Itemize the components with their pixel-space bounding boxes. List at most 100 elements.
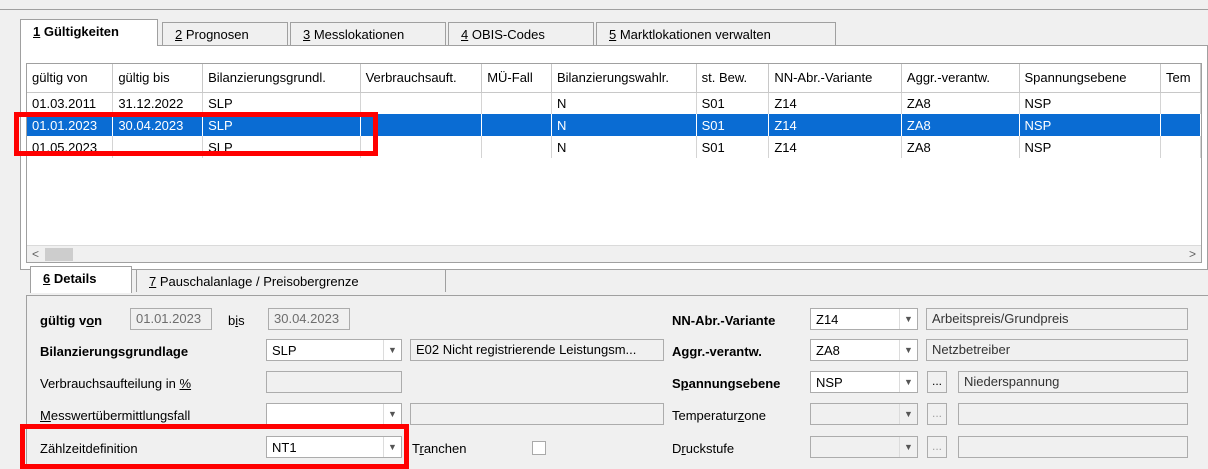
tab-obis-codes[interactable]: 4 OBIS-Codes [448, 22, 594, 45]
tab-prognosen[interactable]: 2 Prognosen [162, 22, 288, 45]
nn-abr-variante-desc: Arbeitspreis/Grundpreis [926, 308, 1188, 330]
bis-field[interactable]: 30.04.2023 [268, 308, 350, 330]
nn-abr-variante-dropdown[interactable]: Z14 ▼ [810, 308, 918, 330]
dropdown-value: ZA8 [816, 343, 840, 358]
grid-cell [360, 114, 483, 136]
grid-cell: S01 [696, 92, 770, 114]
chevron-down-icon[interactable]: ▼ [899, 340, 917, 360]
tab-pauschalanlage[interactable]: 7 Pauschalanlage / Preisobergrenze [136, 269, 446, 292]
dropdown-value: Z14 [816, 312, 839, 327]
temperaturzone-search-button[interactable]: ... [927, 403, 947, 425]
temperaturzone-dropdown[interactable]: ▼ [810, 403, 918, 425]
chevron-down-icon[interactable]: ▼ [899, 404, 917, 424]
col-header[interactable]: Bilanzierungsgrundl. [202, 64, 361, 93]
grid-cell: S01 [696, 136, 770, 158]
grid-cell: S01 [696, 114, 770, 136]
messwertuebermittlungsfall-label: Messwertübermittlungsfall [40, 408, 190, 423]
label-part: uckstufe [685, 441, 735, 456]
chevron-down-icon[interactable]: ▼ [383, 437, 401, 457]
bis-label: bis [228, 313, 245, 328]
tab-gueltigkeiten[interactable]: 1 Gültigkeiten [20, 19, 158, 46]
tab-messlokationen[interactable]: 3 Messlokationen [290, 22, 446, 45]
zaehlzeitdefinition-label: Zählzeitdefinition [40, 441, 138, 456]
col-header[interactable]: Aggr.-verantw. [901, 64, 1020, 93]
grid-cell: 01.01.2023 [27, 114, 114, 136]
tab-details[interactable]: 6 Details [30, 266, 132, 293]
label-accesskey: o [86, 313, 95, 328]
grid-cell: 30.04.2023 [112, 114, 204, 136]
col-header[interactable]: NN-Abr.-Variante [768, 64, 902, 93]
dropdown-value: SLP [272, 343, 297, 358]
col-header[interactable]: gültig von [27, 64, 114, 93]
grid-cell [1160, 114, 1201, 136]
label-part: rundlage [133, 344, 189, 359]
table-row[interactable]: 01.05.2023 SLP N S01 Z14 ZA8 NSP [27, 136, 1201, 158]
grid-cell [1160, 136, 1201, 158]
chevron-down-icon[interactable]: ▼ [899, 309, 917, 329]
gueltig-von-field[interactable]: 01.01.2023 [130, 308, 212, 330]
druckstufe-dropdown[interactable]: ▼ [810, 436, 918, 458]
tab-label: Prognosen [182, 27, 249, 42]
grid-cell: N [551, 136, 697, 158]
spannungsebene-desc: Niederspannung [958, 371, 1188, 393]
scroll-right-icon[interactable]: > [1184, 246, 1201, 262]
druckstufe-label: Druckstufe [672, 441, 734, 456]
chevron-down-icon[interactable]: ▼ [899, 372, 917, 392]
grid-cell: ZA8 [901, 92, 1020, 114]
table-row[interactable]: 01.03.2011 31.12.2022 SLP N S01 Z14 ZA8 … [27, 92, 1201, 114]
col-header[interactable]: gültig bis [112, 64, 204, 93]
grid-cell [1160, 92, 1201, 114]
label-accesskey: g [125, 344, 134, 359]
tab-marktlokationen[interactable]: 5 Marktlokationen verwalten [596, 22, 836, 45]
col-header[interactable]: MÜ-Fall [481, 64, 552, 93]
aggr-verantw-dropdown[interactable]: ZA8 ▼ [810, 339, 918, 361]
grid-cell [481, 114, 552, 136]
grid-cell: SLP [202, 114, 361, 136]
spannungsebene-label: Spannungsebene [672, 376, 780, 391]
chevron-down-icon[interactable]: ▼ [383, 404, 401, 424]
verbrauchsaufteilung-label: Verbrauchsaufteilung in % [40, 376, 191, 391]
label-accesskey: M [40, 408, 51, 423]
grid-cell: ZA8 [901, 136, 1020, 158]
grid-cell: NSP [1019, 114, 1162, 136]
gueltigkeiten-grid: gültig von gültig bis Bilanzierungsgrund… [26, 63, 1202, 263]
label-part: Bilanzierungs [40, 344, 126, 359]
tab-label: OBIS-Codes [468, 27, 545, 42]
tab-label: Marktlokationen verwalten [616, 27, 771, 42]
bilanzierungsgrundlage-label: Bilanzierungsgrundlage [40, 344, 188, 359]
bilanzierungsgrundlage-dropdown[interactable]: SLP ▼ [266, 339, 402, 361]
label-part: anchen [423, 441, 467, 456]
nn-abr-variante-label: NN-Abr.-Variante [672, 313, 776, 328]
grid-cell: NSP [1019, 92, 1162, 114]
col-header[interactable]: Spannungsebene [1019, 64, 1162, 93]
scroll-left-icon[interactable]: < [27, 246, 44, 262]
tranchen-checkbox[interactable] [532, 441, 546, 455]
grid-cell: 31.12.2022 [112, 92, 204, 114]
horizontal-scrollbar[interactable]: < > [27, 245, 1201, 262]
label-part: Verbrauchsaufteilung in [40, 376, 180, 391]
table-row-selected[interactable]: 01.01.2023 30.04.2023 SLP N S01 Z14 ZA8 … [27, 114, 1201, 136]
scroll-thumb[interactable] [45, 248, 73, 261]
grid-cell: N [551, 114, 697, 136]
grid-header-row: gültig von gültig bis Bilanzierungsgrund… [27, 64, 1201, 93]
label-part: gültig v [40, 313, 87, 328]
label-part: Temperatur [672, 408, 738, 423]
druckstufe-desc [958, 436, 1188, 458]
tranchen-label: Tranchen [412, 441, 466, 456]
chevron-down-icon[interactable]: ▼ [383, 340, 401, 360]
col-header[interactable]: st. Bew. [696, 64, 770, 93]
temperaturzone-desc [958, 403, 1188, 425]
zaehlzeitdefinition-dropdown[interactable]: NT1 ▼ [266, 436, 402, 458]
col-header[interactable]: Verbrauchsauft. [360, 64, 483, 93]
grid-cell: Z14 [768, 136, 902, 158]
chevron-down-icon[interactable]: ▼ [899, 437, 917, 457]
top-divider [0, 9, 1208, 10]
temperaturzone-label: Temperaturzone [672, 408, 766, 423]
col-header[interactable]: Tem [1160, 64, 1201, 93]
verbrauchsaufteilung-field[interactable] [266, 371, 402, 393]
col-header[interactable]: Bilanzierungswahlr. [551, 64, 697, 93]
spannungsebene-search-button[interactable]: ... [927, 371, 947, 393]
druckstufe-search-button[interactable]: ... [927, 436, 947, 458]
spannungsebene-dropdown[interactable]: NSP ▼ [810, 371, 918, 393]
messwertuebermittlungsfall-dropdown[interactable]: ▼ [266, 403, 402, 425]
